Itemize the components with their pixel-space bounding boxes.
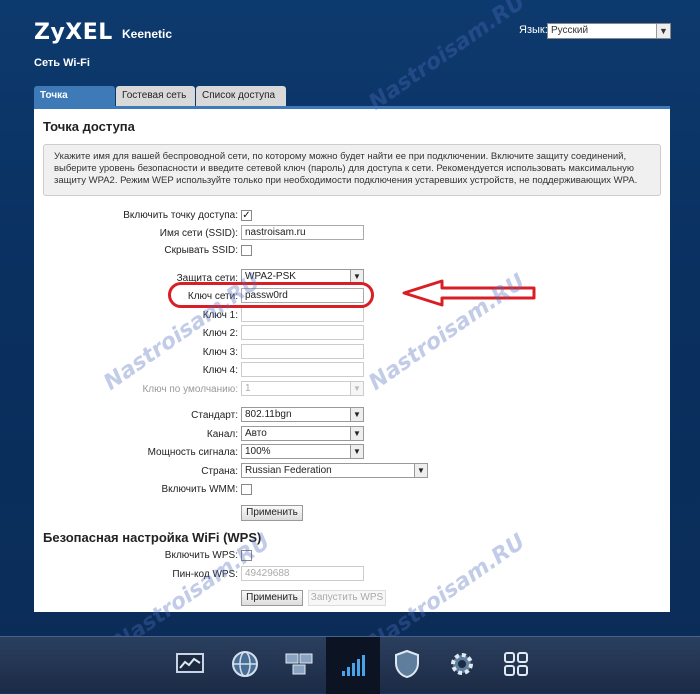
settings-panel: Точка доступа Укажите имя для вашей бесп… — [34, 106, 670, 612]
tab-access-point[interactable]: Точка доступа — [34, 86, 115, 121]
chevron-down-icon: ▼ — [414, 464, 427, 477]
language-label: Язык: — [519, 24, 548, 36]
key4-label: Ключ 4: — [202, 365, 238, 376]
wps-pin-input[interactable]: 49429688 — [241, 566, 364, 581]
chevron-down-icon: ▼ — [350, 408, 363, 421]
power-select[interactable]: 100% ▼ — [241, 444, 364, 459]
enable-ap-checkbox[interactable]: ✓ — [241, 210, 252, 221]
apps-grid-icon[interactable] — [497, 645, 535, 683]
hide-ssid-checkbox[interactable] — [241, 245, 252, 256]
bottom-taskbar — [0, 636, 700, 694]
wifi-signal-icon[interactable] — [326, 637, 380, 694]
gear-icon[interactable] — [443, 645, 481, 683]
ssid-label: Имя сети (SSID): — [159, 228, 238, 239]
wps-apply-button[interactable]: Применить — [241, 590, 303, 606]
power-label: Мощность сигнала: — [147, 447, 238, 458]
wps-enable-label: Включить WPS: — [164, 550, 238, 561]
key3-label: Ключ 3: — [202, 347, 238, 358]
chevron-down-icon: ▼ — [350, 427, 363, 440]
chevron-down-icon: ▼ — [350, 382, 363, 395]
country-value: Russian Federation — [245, 465, 332, 476]
wps-start-button[interactable]: Запустить WPS — [308, 590, 386, 606]
key3-input[interactable] — [241, 344, 364, 359]
tab-access-list[interactable]: Список доступа — [196, 86, 286, 106]
language-select[interactable]: Русский ▼ — [547, 23, 671, 39]
channel-select[interactable]: Авто ▼ — [241, 426, 364, 441]
ssid-input[interactable]: nastroisam.ru — [241, 225, 364, 240]
default-key-select[interactable]: 1 ▼ — [241, 381, 364, 396]
shield-icon[interactable] — [388, 645, 426, 683]
wmm-checkbox[interactable] — [241, 484, 252, 495]
page-title: Сеть Wi-Fi — [34, 57, 90, 69]
red-arrow-icon — [402, 279, 536, 307]
wps-section-title: Безопасная настройка WiFi (WPS) — [43, 530, 262, 545]
channel-label: Канал: — [206, 429, 238, 440]
network-computers-icon[interactable] — [280, 645, 318, 683]
key2-input[interactable] — [241, 325, 364, 340]
hide-ssid-label: Скрывать SSID: — [164, 245, 238, 256]
key1-label: Ключ 1: — [202, 310, 238, 321]
apply-button[interactable]: Применить — [241, 505, 303, 521]
info-box: Укажите имя для вашей беспроводной сети,… — [43, 144, 661, 196]
country-label: Страна: — [201, 466, 238, 477]
chevron-down-icon: ▼ — [656, 24, 670, 38]
key1-input[interactable] — [241, 307, 364, 322]
channel-value: Авто — [245, 428, 267, 439]
language-value: Русский — [551, 25, 589, 36]
tab-guest-network[interactable]: Гостевая сеть — [116, 86, 195, 106]
enable-ap-label: Включить точку доступа: — [123, 210, 238, 221]
key2-label: Ключ 2: — [202, 328, 238, 339]
key4-input[interactable] — [241, 362, 364, 377]
globe-icon[interactable] — [226, 645, 264, 683]
wmm-label: Включить WMM: — [161, 484, 238, 495]
brand-logo: ZyXEL — [34, 20, 113, 45]
chevron-down-icon: ▼ — [350, 445, 363, 458]
power-value: 100% — [245, 446, 271, 457]
ap-section-title: Точка доступа — [43, 119, 135, 134]
header: ZyXEL Keenetic Сеть Wi-Fi Язык: Русский … — [0, 0, 700, 84]
standard-label: Стандарт: — [191, 410, 238, 421]
standard-select[interactable]: 802.11bgn ▼ — [241, 407, 364, 422]
highlight-oval — [168, 282, 374, 308]
security-value: WPA2-PSK — [245, 271, 296, 282]
country-select[interactable]: Russian Federation ▼ — [241, 463, 428, 478]
model-name: Keenetic — [122, 27, 173, 41]
default-key-value: 1 — [245, 383, 251, 394]
monitor-chart-icon[interactable] — [171, 645, 209, 683]
wps-enable-checkbox[interactable] — [241, 550, 252, 561]
standard-value: 802.11bgn — [245, 409, 292, 420]
default-key-label: Ключ по умолчанию: — [142, 384, 238, 395]
wps-pin-label: Пин-код WPS: — [172, 569, 238, 580]
